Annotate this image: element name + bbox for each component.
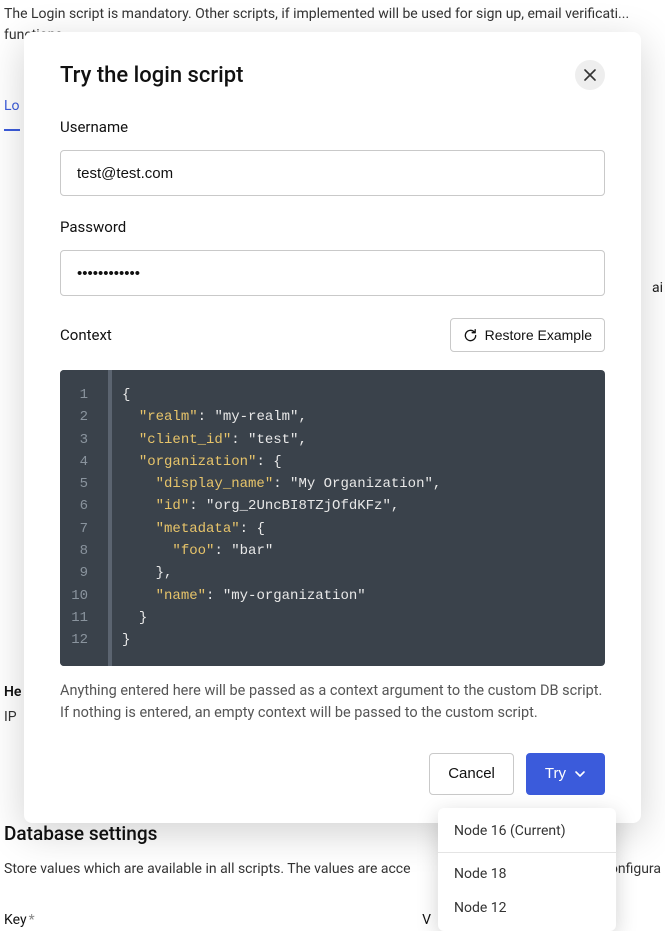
try-button[interactable]: Try [526, 753, 605, 795]
try-login-modal: Try the login script Username Password C… [24, 32, 641, 823]
context-header: Context Restore Example [60, 318, 605, 352]
dropdown-node-12[interactable]: Node 12 [438, 891, 616, 925]
dropdown-divider [438, 852, 616, 853]
context-help-text: Anything entered here will be passed as … [60, 680, 605, 725]
try-dropdown-menu: Node 16 (Current) Node 18 Node 12 [438, 808, 616, 931]
username-group: Username [60, 118, 605, 196]
context-code-editor[interactable]: 123456789101112 { "realm": "my-realm", "… [60, 370, 605, 666]
chevron-down-icon [574, 768, 586, 780]
password-input[interactable] [60, 250, 605, 296]
username-label: Username [60, 118, 605, 136]
dropdown-node-18[interactable]: Node 18 [438, 857, 616, 891]
modal-title: Try the login script [60, 63, 243, 88]
password-label: Password [60, 218, 605, 236]
code-gutter: 123456789101112 [60, 370, 112, 666]
modal-header: Try the login script [60, 60, 605, 90]
restore-label: Restore Example [485, 327, 592, 343]
close-button[interactable] [575, 60, 605, 90]
context-label: Context [60, 326, 112, 344]
username-input[interactable] [60, 150, 605, 196]
modal-footer: Cancel Try [60, 753, 605, 795]
close-icon [584, 69, 596, 81]
cancel-button[interactable]: Cancel [429, 753, 514, 795]
code-content[interactable]: { "realm": "my-realm", "client_id": "tes… [112, 370, 451, 666]
dropdown-node-16[interactable]: Node 16 (Current) [438, 814, 616, 848]
restore-example-button[interactable]: Restore Example [450, 318, 605, 352]
password-group: Password [60, 218, 605, 296]
refresh-icon [463, 328, 478, 343]
modal-backdrop: Try the login script Username Password C… [0, 0, 665, 928]
